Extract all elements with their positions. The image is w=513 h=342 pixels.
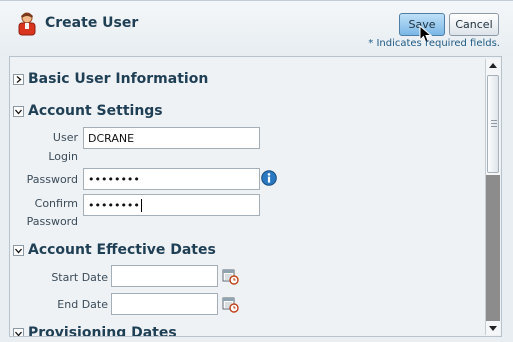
grip-line [491,126,497,127]
end-date-label: End Date [57,298,108,311]
scroll-thumb[interactable] [487,75,499,173]
section-provisioning-dates[interactable]: Provisioning Dates [13,325,177,337]
start-date-input[interactable] [111,265,218,287]
required-fields-note: * Indicates required fields. [368,38,500,49]
chevron-down-icon [15,248,22,253]
chevron-down-icon [15,109,22,114]
label-line: Confirm [34,197,78,210]
section-title: Provisioning Dates [28,325,177,337]
scroll-down-button[interactable] [486,322,500,335]
password-label: Password [26,173,78,186]
chevron-right-icon [16,75,22,83]
confirm-password-input[interactable]: •••••••• [83,194,260,216]
vertical-scrollbar[interactable] [485,59,500,335]
confirm-password-label: Confirm Password [24,195,78,231]
collapse-toggle[interactable] [13,105,24,117]
arrow-down-icon [489,326,497,331]
section-title: Basic User Information [28,71,209,87]
arrow-up-icon [489,63,497,68]
cancel-button[interactable]: Cancel [449,13,499,36]
scroll-up-button[interactable] [486,59,500,72]
expand-toggle[interactable] [13,73,24,85]
password-input[interactable]: •••••••• [83,168,260,190]
start-date-label: Start Date [51,271,108,284]
label-line: Login [48,150,78,163]
section-title: Account Effective Dates [28,242,216,258]
calendar-icon[interactable] [222,296,239,313]
section-basic-user-information[interactable]: Basic User Information [13,71,208,87]
section-title: Account Settings [28,103,163,119]
calendar-icon[interactable] [222,268,239,285]
user-login-label: User Login [30,128,78,166]
page-header: Create User Save Cancel * Indicates requ… [0,0,513,56]
section-account-effective-dates[interactable]: Account Effective Dates [13,242,216,258]
user-login-input[interactable]: DCRANE [83,127,260,149]
label-line: Password [26,215,78,228]
grip-line [491,123,497,124]
confirm-password-value: •••••••• [88,198,140,212]
form-panel[interactable]: Basic User Information Account Settings … [9,56,502,337]
section-account-settings[interactable]: Account Settings [13,103,163,119]
collapse-toggle[interactable] [13,244,24,256]
grip-line [491,120,497,121]
label-line: User [52,131,78,144]
scroll-track[interactable] [486,175,500,321]
page-title: Create User [45,15,139,31]
chevron-down-icon [15,331,22,336]
end-date-input[interactable] [111,293,218,315]
text-caret [140,198,142,212]
info-icon[interactable] [261,170,277,186]
collapse-toggle[interactable] [13,327,24,336]
user-icon [18,12,36,36]
